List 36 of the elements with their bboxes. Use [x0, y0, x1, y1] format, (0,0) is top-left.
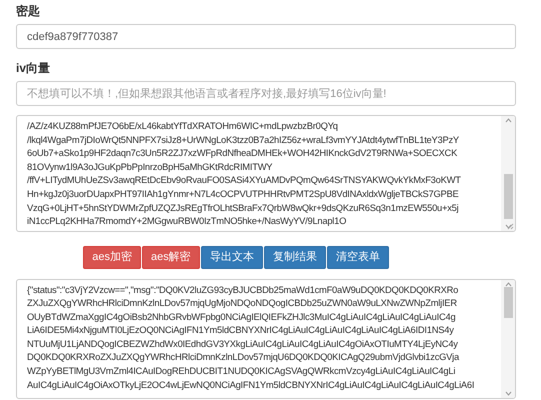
output-text-area[interactable] — [16, 278, 516, 398]
text-line: {"status":"c3VjY2Vzcw==","msg":"DQ0KV2luZG93cyBJUCBDb25maWd1cmF0aW9uDQ0KDQ0KDQ0KRXRo — [27, 282, 458, 296]
action-button[interactable]: 清空表单 — [326, 246, 389, 268]
text-line: VzqG+0LjHT+5hnStYDWMrZpfUZQZJsREgTfrOLhtSBraFx7QrbW8wQkr+9dsQKzuR6Sq3n1mzEW550u+x5j — [27, 200, 458, 214]
text-line: iN1ccPLq2KHHa7RmomdY+2MGgwuRBW0IzTmNO5hke+/NasWyYV/9Lnapl1O — [27, 214, 346, 228]
text-line: NTUuMjU1LjANDQogICBEZWZhdWx0IEdhdGV3YXkgLiAuIC4gLiAuIC4gLiAuIC4gOiAxOTIuMTY4LjEyNC4y — [27, 336, 458, 350]
action-button[interactable]: aes加密 — [83, 246, 141, 268]
field-label: 密匙 — [16, 3, 41, 20]
scrollbar-thumb[interactable] — [504, 286, 512, 318]
scroll-up-icon[interactable] — [504, 118, 512, 123]
text-line: AuIC4gLiAuIC4gOiAxOTkyLjE2OC4wLjEwNQ0NCiAgIFN1Ym5ldCBNYXNrIC4gLiAuIC4gLiAuIC4gLiAuIC4gLiA6I — [27, 378, 474, 392]
scroll-down-icon[interactable] — [504, 390, 512, 396]
text-line: WZpYyBETlMgU3VmZml4ICAuIDogREhDUCBIT1NUDQ0KICAgSVAgQWRkcmVzcy4gLiAuIC4gLiAuIC4gLi — [27, 364, 456, 378]
text-line: /ffV+LITydMUhUeZSv3awqREtDcEbv9oRvauFO0SASi4XYuAMDvPQmQw64SrTNSYAKWQvkYkMxF3oKWT — [27, 173, 461, 187]
text-line: DQ0KDQ0KRXRoZXJuZXQgYWRhcHRlciDmnKzlnLDov57mjqU6DQ0KDQ0KICAgQ29ubmVjdGlvbi1zcGVja — [27, 350, 459, 364]
key-field[interactable]: cdef9a879f770387 — [16, 24, 516, 49]
scroll-up-icon[interactable] — [504, 282, 512, 286]
text-line: /AZ/z4KUZ88mPfJE7O6bE/xL46kabtYfTdXRATOHm6WIC+mdLpwzbzBr0QYq — [27, 119, 338, 133]
scroll-down-icon[interactable] — [504, 224, 512, 229]
resize-grip-icon[interactable] — [507, 223, 514, 230]
field-label: iv向量 — [16, 60, 52, 77]
scrollbar[interactable] — [501, 280, 515, 398]
text-line: LiA6IDE5Mi4xNjguMTI0LjEzOQ0NCiAgIFN1Ym5ldCBNYXNrIC4gLiAuIC4gLiAuIC4gLiAuIC4gLiA6IDI1NS4y — [27, 323, 454, 337]
text-line: ZXJuZXQgYWRhcHRlciDmnKzlnLDov57mjqUgMjoNDQoNDQogICBDb25uZWN0aW9uLXNwZWNpZmljIER — [27, 296, 457, 310]
text-line: /lkql4WgaPm7jDIoWrQt5NNPFX7siJz8+UrWNgLoK3tzz0B7a2hIZ56z+wraLf3vmYYJAtdt4ytwfTnBL1teY3PzY — [27, 132, 459, 146]
action-button[interactable]: 复制结果 — [264, 246, 326, 268]
input-text-area[interactable] — [16, 115, 516, 232]
text-line: 6oUb7+aSko1p9HF2daqn7c3Un5R2ZJ7xzWFpRdNfheaDMHEk+WOH42HIKnckGdV2T9RNWa+SOECXCK — [27, 146, 458, 160]
scrollbar-thumb[interactable] — [504, 174, 512, 219]
text-line: OUyBTdWZmaXggIC4gOiBsb2NhbGRvbWFpbg0NCiAgIElQIEFkZHJlc3MuIC4gLiAuIC4gLiAuIC4gLiAuIC4g — [27, 310, 456, 324]
iv-input-field[interactable]: 不想填可以不填！,但如果想跟其他语言或者程序对接,最好填写16位iv向量! — [16, 81, 516, 106]
text-line: Hn+kgJz0j3uorDUapxPHT97IIAh1gYnmr+N7L4cOCPVUTPHHRtvPMT2SpU8VdINAxldxWgljeTBCkS7GPBE — [27, 186, 458, 201]
scrollbar[interactable] — [501, 116, 515, 231]
action-button[interactable]: 导出文本 — [200, 246, 263, 268]
action-button[interactable]: aes解密 — [142, 246, 200, 268]
text-line: 81OVynw1l9A3oJGuKpPbPpInrzoBpH5aMhGKtRdcRIMITWY — [27, 160, 272, 174]
